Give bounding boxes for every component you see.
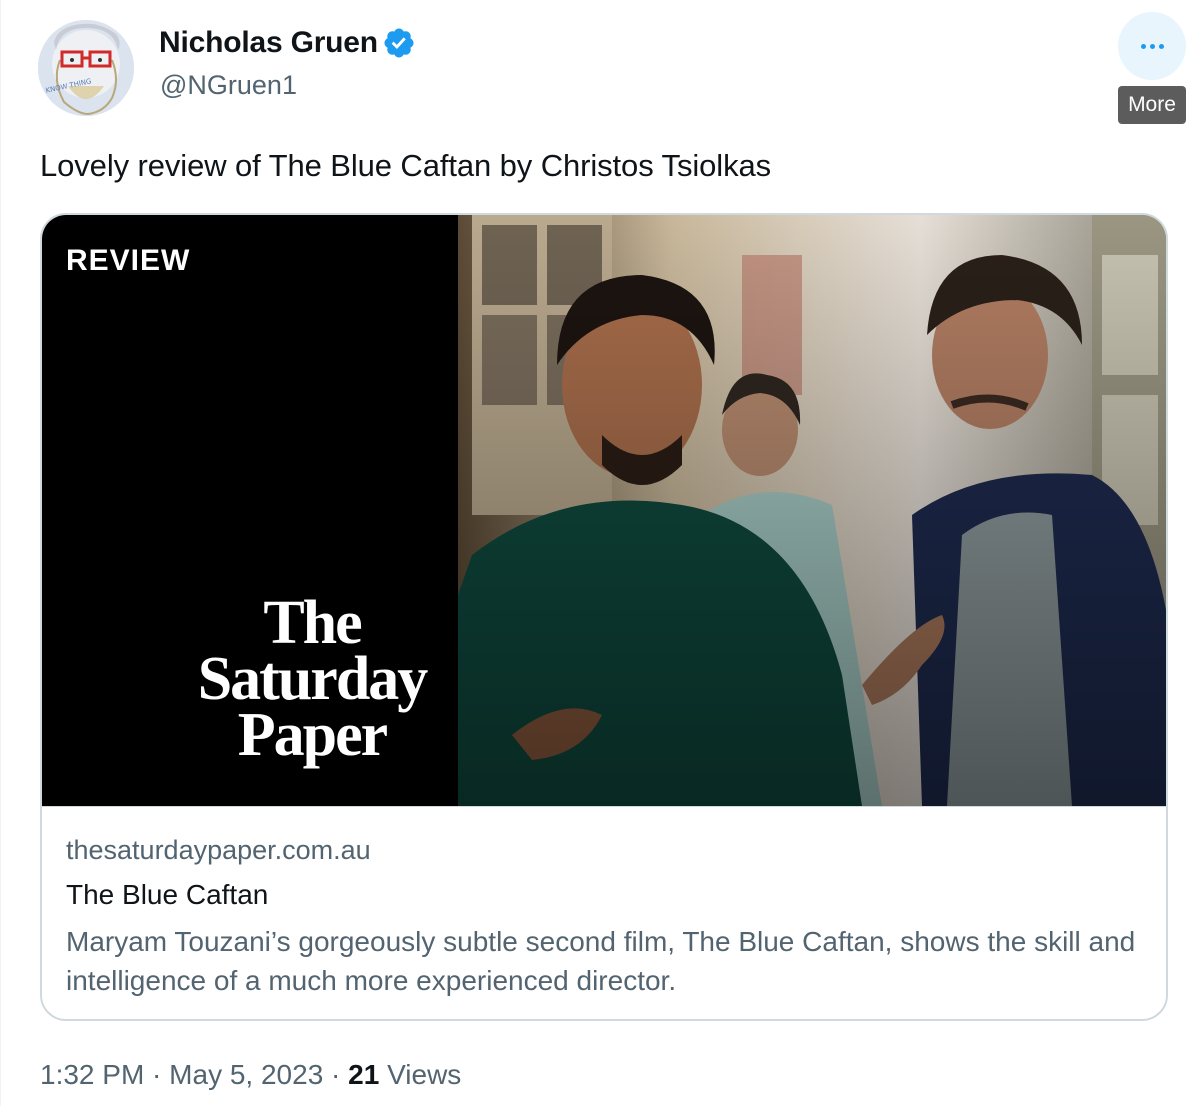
verified-badge-icon — [384, 28, 414, 58]
author-handle[interactable]: @NGruen1 — [160, 70, 297, 101]
timeline-border — [0, 0, 1, 1106]
card-title: The Blue Caftan — [66, 879, 269, 910]
more-tooltip: More — [1118, 86, 1186, 124]
author-name-label: Nicholas Gruen — [159, 26, 378, 59]
meta-separator: · — [323, 1059, 349, 1090]
card-image: REVIEW The Saturday Paper — [42, 215, 1166, 806]
meta-separator: · — [144, 1059, 170, 1090]
more-button[interactable] — [1118, 12, 1186, 80]
views-label: Views — [379, 1059, 461, 1091]
link-card[interactable]: REVIEW The Saturday Paper thesaturdaypap… — [40, 213, 1168, 1021]
views-count: 21 — [348, 1059, 380, 1090]
card-description: Maryam Touzani’s gorgeously subtle secon… — [66, 926, 1136, 996]
views-label-text: Views — [387, 1059, 462, 1090]
logo-line-3: Paper — [238, 701, 388, 769]
tweet-text: Lovely review of The Blue Caftan by Chri… — [40, 148, 772, 183]
card-divider — [42, 806, 1166, 807]
tweet-date[interactable]: May 5, 2023 — [169, 1059, 323, 1091]
card-media-label: REVIEW — [66, 244, 190, 277]
more-horizontal-icon — [1140, 43, 1164, 49]
tweet-time[interactable]: 1:32 PM — [40, 1059, 144, 1091]
card-domain: thesaturdaypaper.com.au — [66, 835, 371, 865]
avatar[interactable]: KNOW THING — [38, 20, 134, 116]
tweet-meta: 1:32 PM · May 5, 2023 · 21 Views — [40, 1059, 461, 1091]
author-name[interactable]: Nicholas Gruen — [159, 26, 416, 60]
